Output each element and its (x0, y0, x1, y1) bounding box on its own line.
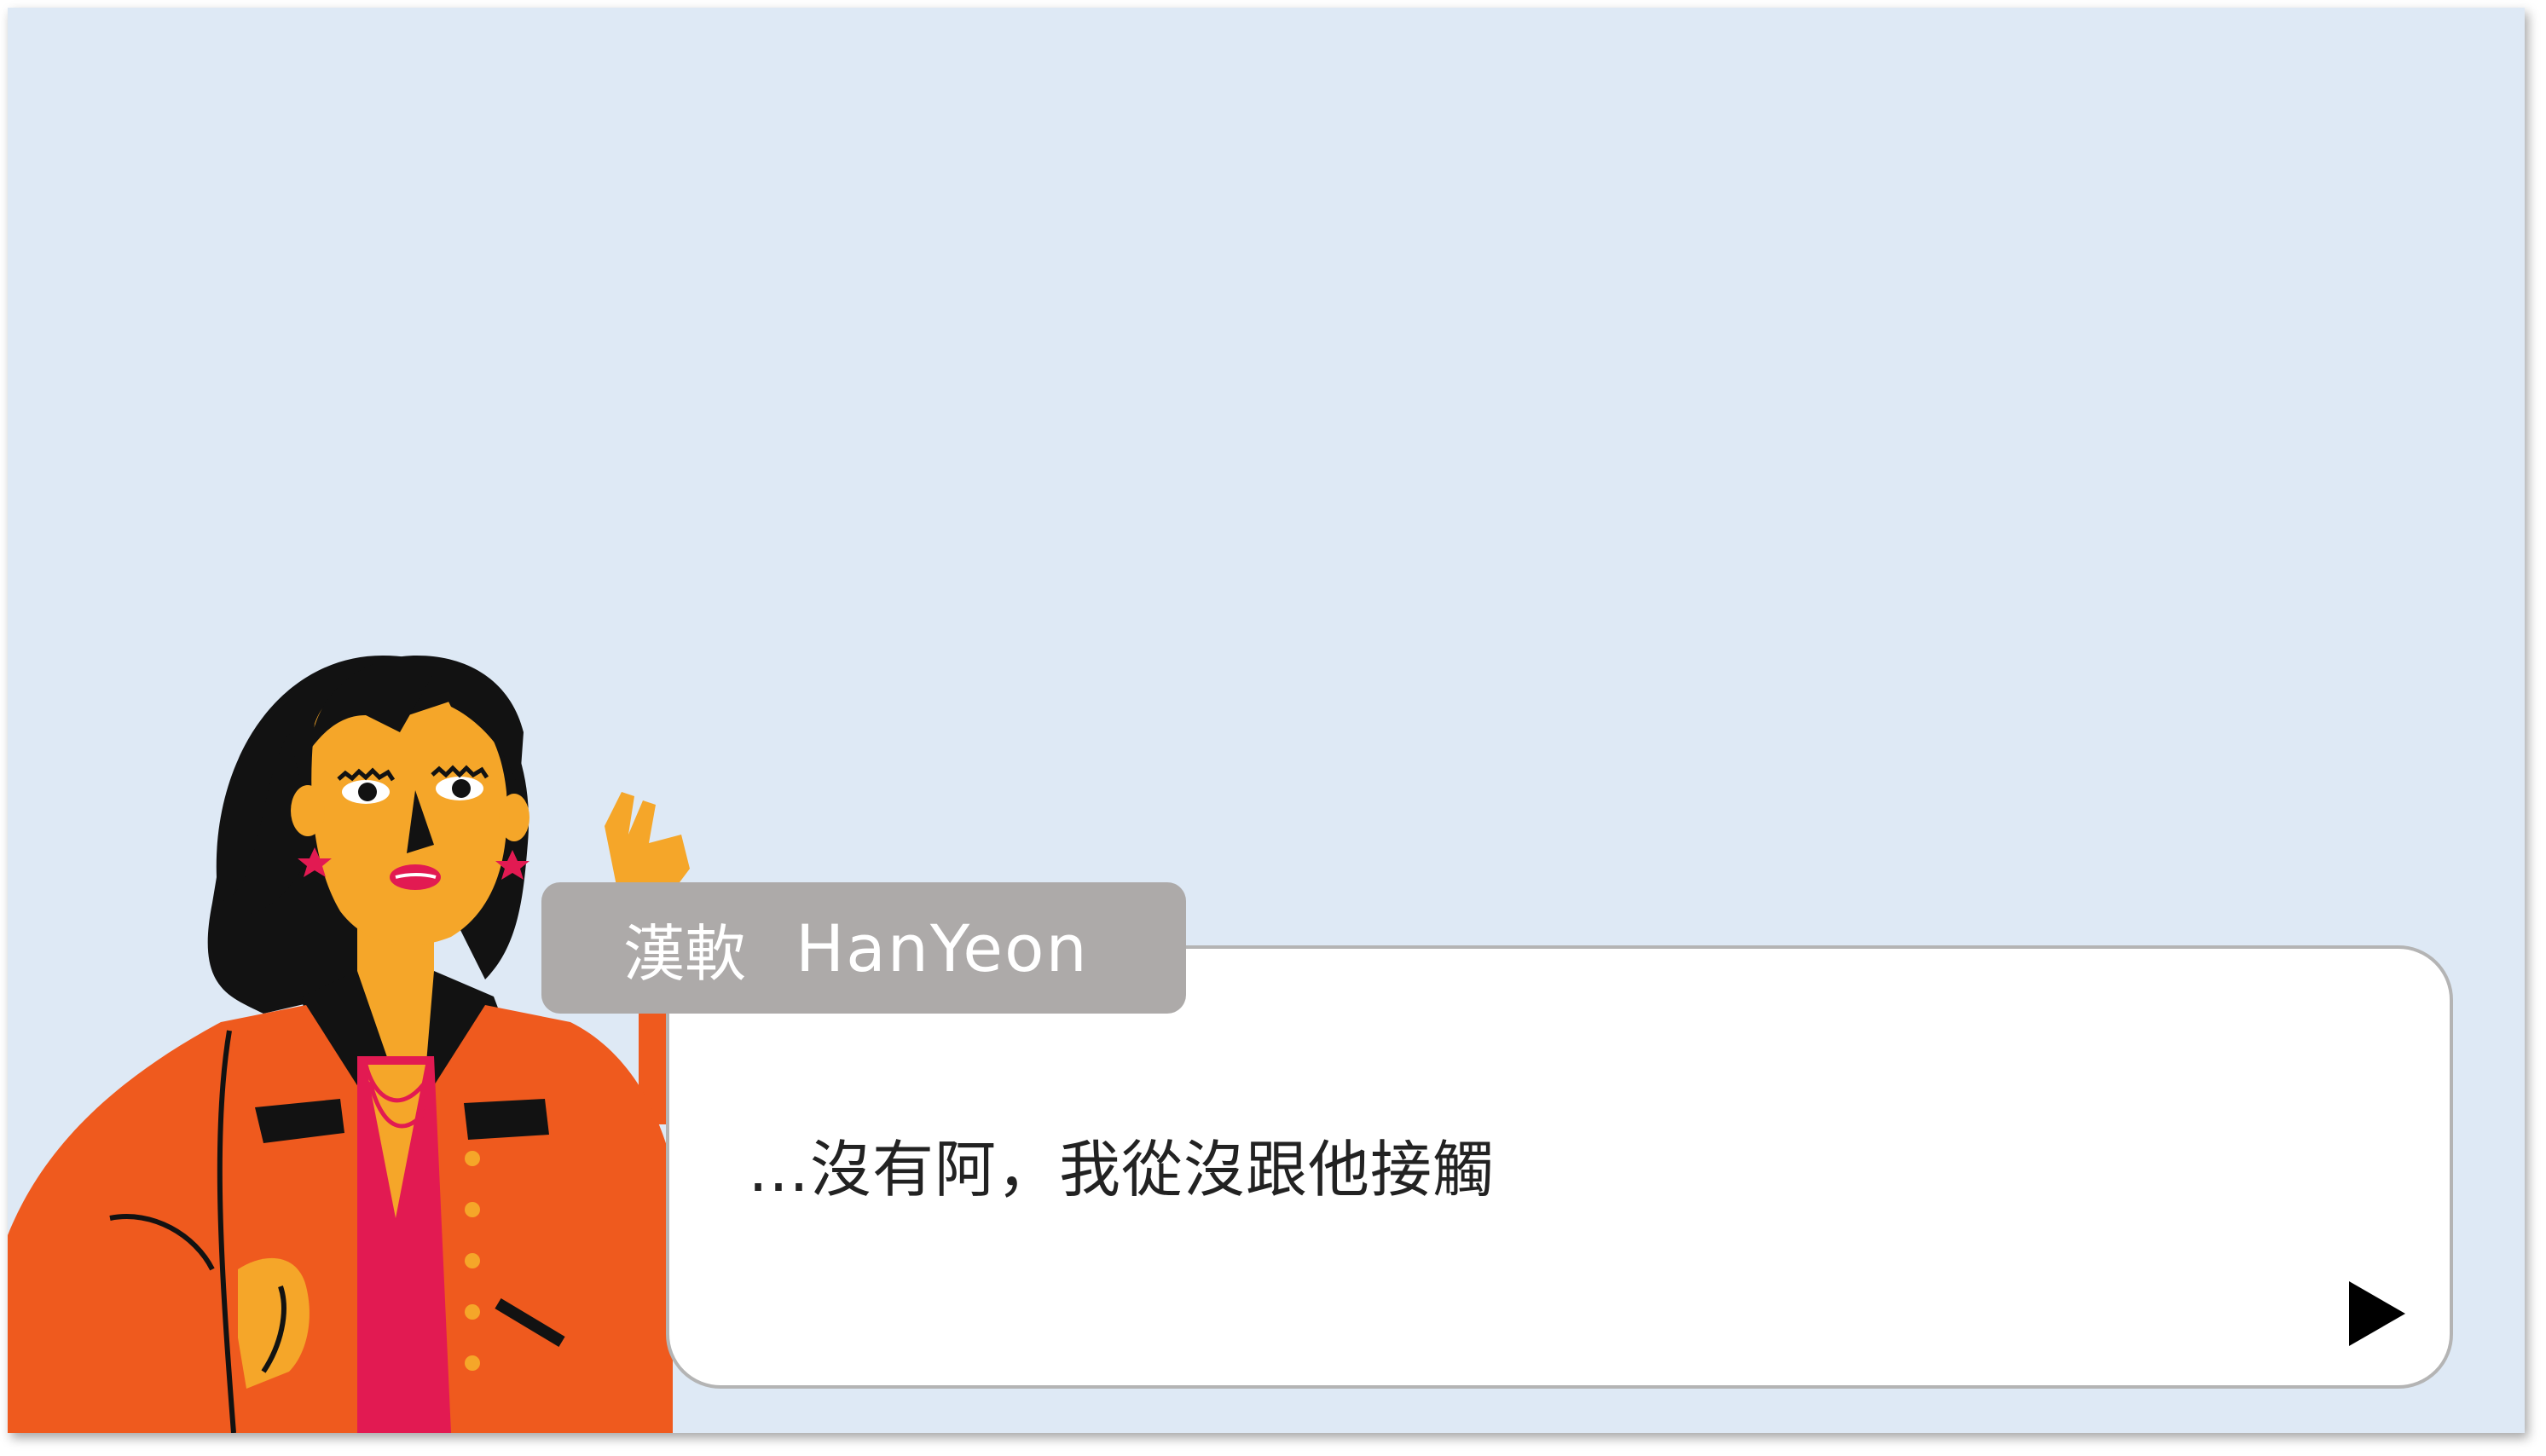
speaker-name-chinese: 漢軟 (623, 917, 747, 990)
game-screen: …沒有阿，我從沒跟他接觸 漢軟 HanYeon (8, 8, 2525, 1433)
character-portrait (8, 621, 707, 1433)
dialog-text: …沒有阿，我從沒跟他接觸 (748, 1134, 1496, 1205)
play-triangle-icon (2349, 1281, 2405, 1346)
speaker-name-plate: 漢軟 HanYeon (541, 882, 1186, 1014)
advance-button[interactable] (2347, 1280, 2407, 1348)
speaker-name-english: HanYeon (796, 910, 1089, 986)
woman-character-icon (8, 656, 690, 1433)
